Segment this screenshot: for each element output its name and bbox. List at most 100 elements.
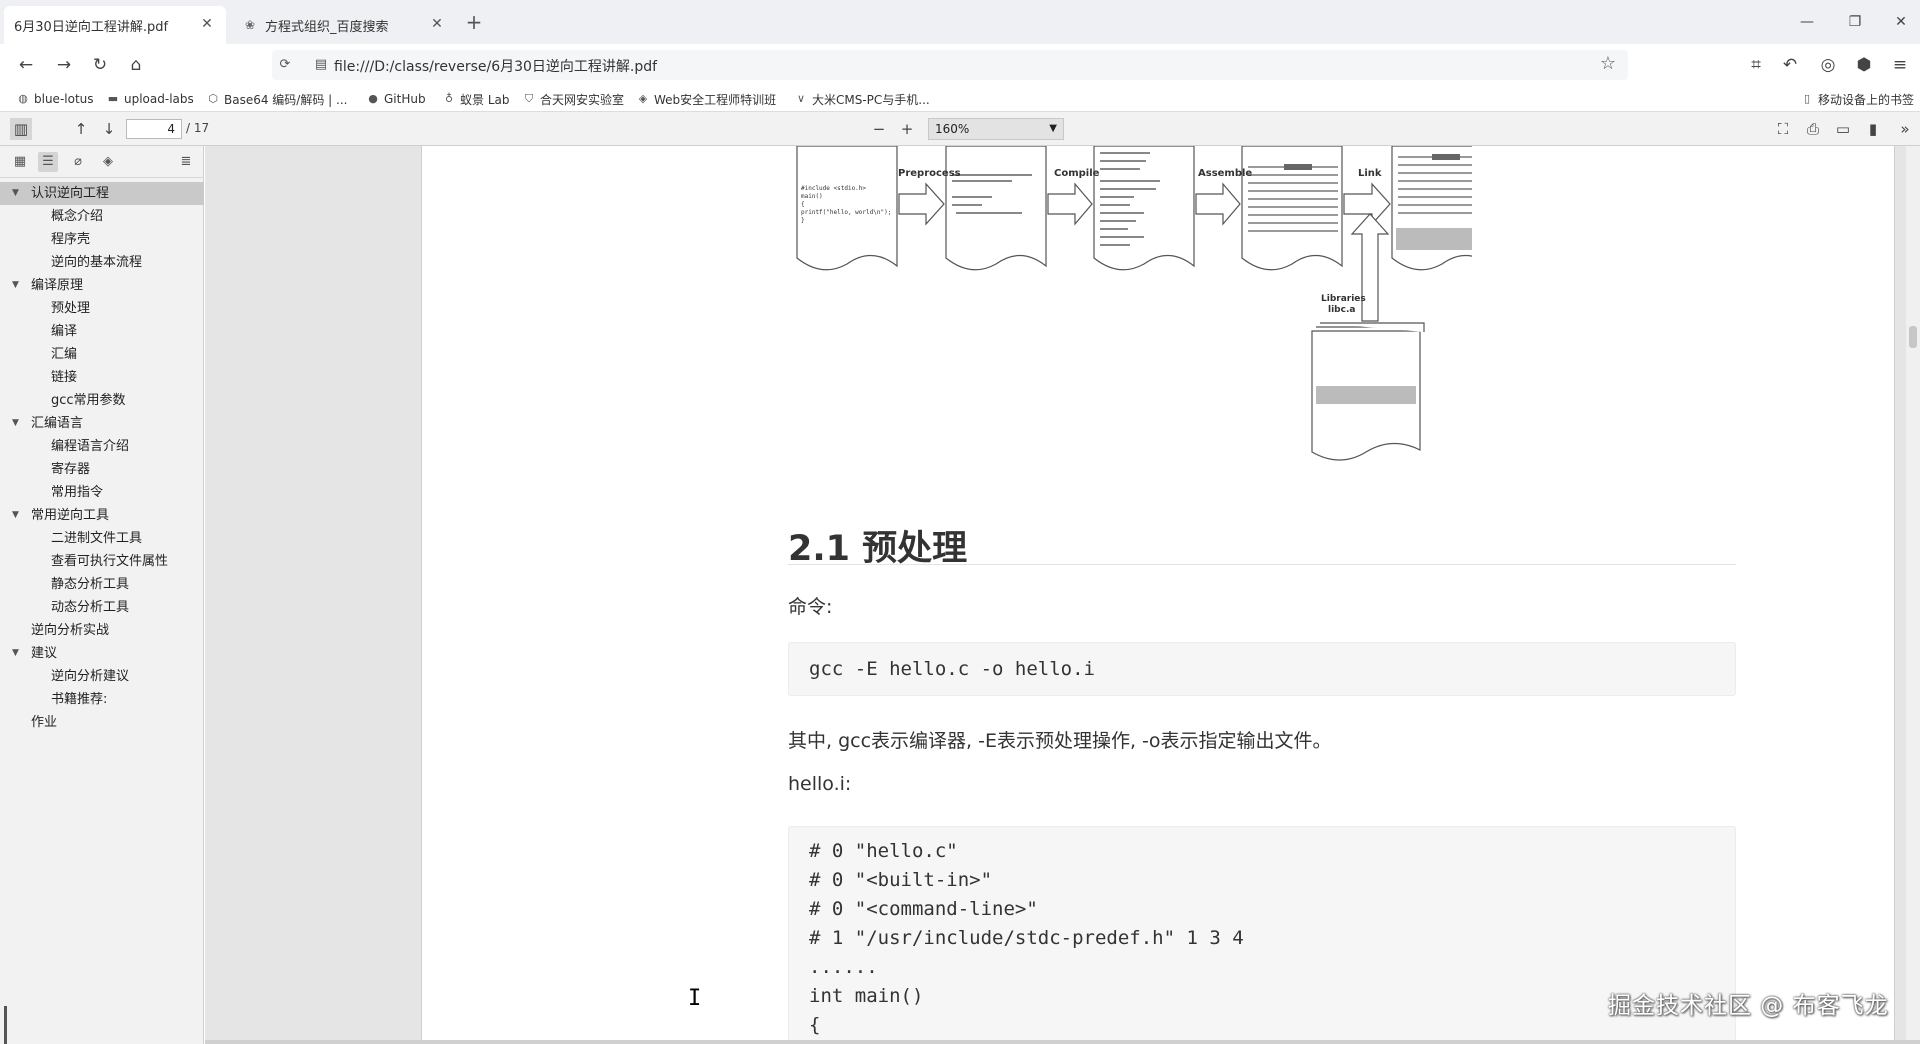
close-icon[interactable]: ✕ [428, 15, 446, 33]
scrollbar-thumb[interactable] [1909, 326, 1917, 348]
bookmark-github[interactable]: ● GitHub [366, 90, 425, 108]
source-line: printf("hello, world\n"); [801, 209, 891, 216]
outline-item[interactable]: 逆向的基本流程 [0, 251, 204, 274]
expand-toggle-icon[interactable]: ▼ [12, 504, 24, 527]
bookmark-upload-labs[interactable]: ▬ upload-labs [106, 90, 194, 108]
zoom-select[interactable]: 160% ▼ [928, 118, 1064, 140]
attachments-icon[interactable]: ⌀ [68, 152, 88, 172]
outline-item-label: 作业 [31, 715, 58, 730]
url-text[interactable]: file:///D:/class/reverse/6月30日逆向工程讲解.pdf [334, 56, 657, 76]
print-icon[interactable]: ⎙ [1802, 118, 1824, 140]
outline-item-label: 汇编 [51, 347, 78, 362]
outline-item[interactable]: 书籍推荐: [0, 688, 204, 711]
tab-pdf[interactable]: 6月30日逆向工程讲解.pdf ✕ [4, 6, 226, 44]
file-icon: ▤ [314, 57, 328, 72]
page-number-input[interactable]: 4 [126, 119, 182, 139]
outline-item[interactable]: ▼ 常用逆向工具 [0, 504, 204, 527]
expand-toggle-icon[interactable]: ▼ [12, 642, 24, 665]
extension-icon[interactable]: ◎ [1816, 53, 1840, 77]
outline-icon[interactable]: ☰ [38, 152, 58, 172]
presentation-icon[interactable]: ⛶ [1772, 118, 1794, 140]
settings-icon[interactable]: ⬢ [1852, 53, 1876, 77]
outline-item[interactable]: 静态分析工具 [0, 573, 204, 596]
tab-search[interactable]: ❀ 方程式组织_百度搜索 ✕ [232, 6, 456, 44]
sidebar-toolbar: ▦ ☰ ⌀ ◈ ≣ [0, 146, 204, 178]
bookmark-dami-cms[interactable]: ∨ 大米CMS-PC与手机... [794, 90, 930, 108]
watermark: 掘金技术社区 @ 布客飞龙 [1608, 993, 1889, 1019]
toggle-sidebar-icon[interactable]: ▥ [10, 118, 32, 140]
bookmark-lab[interactable]: ♁ 蚁景 Lab [442, 90, 510, 108]
vertical-scrollbar[interactable] [1906, 146, 1920, 1044]
paw-icon: ❀ [244, 18, 256, 32]
bookmark-hetian[interactable]: ⛉ 合天网安实验室 [522, 90, 624, 108]
expand-toggle-icon[interactable]: ▼ [12, 412, 24, 435]
forward-icon[interactable]: → [52, 53, 76, 77]
source-line: main() [801, 193, 823, 200]
libc-label: libc.a [1328, 305, 1355, 315]
shield-icon: ⛉ [524, 92, 534, 105]
thumbnails-icon[interactable]: ▦ [10, 152, 30, 172]
expand-toggle-icon[interactable]: ▼ [12, 182, 24, 205]
bookmark-websec[interactable]: ◈ Web安全工程师特训班 [636, 90, 776, 108]
current-outline-icon[interactable]: ≣ [176, 152, 196, 172]
outline-item[interactable]: 预处理 [0, 297, 204, 320]
outline-item[interactable]: gcc常用参数 [0, 389, 204, 412]
outline-item[interactable]: 编程语言介绍 [0, 435, 204, 458]
restore-icon[interactable]: ❐ [1840, 10, 1870, 34]
expand-toggle-icon[interactable]: ▼ [12, 274, 24, 297]
outline-item[interactable]: 逆向分析实战 [0, 619, 204, 642]
menu-icon[interactable]: ≡ [1888, 53, 1912, 77]
crop-icon[interactable]: ⌗ [1744, 53, 1768, 77]
layers-icon[interactable]: ◈ [98, 152, 118, 172]
outline-item[interactable]: ▼ 汇编语言 [0, 412, 204, 435]
minimize-icon[interactable]: — [1792, 10, 1822, 34]
outline-item[interactable]: 作业 [0, 711, 204, 734]
mobile-bookmarks[interactable]: ▯ 移动设备上的书签 [1800, 90, 1914, 108]
previous-page-icon[interactable]: ↑ [70, 118, 92, 140]
address-bar[interactable]: ⟳ ▤ file:///D:/class/reverse/6月30日逆向工程讲解… [272, 50, 1628, 80]
outline-item[interactable]: 链接 [0, 366, 204, 389]
outline-item-label: 编译 [51, 324, 78, 339]
outline-item[interactable]: 动态分析工具 [0, 596, 204, 619]
bookmark-base64[interactable]: ⬡ Base64 编码/解码 | ... [206, 90, 347, 108]
bookmark-icon[interactable]: ▮ [1862, 118, 1884, 140]
reload-icon[interactable]: ↻ [88, 53, 112, 77]
sync-icon[interactable]: ⟳ [276, 56, 294, 74]
horizontal-scrollbar[interactable] [205, 1040, 1920, 1044]
outline-item[interactable]: 寄存器 [0, 458, 204, 481]
sidebar-resizer[interactable] [4, 1006, 7, 1044]
github-icon: ● [368, 92, 378, 105]
new-tab-button[interactable]: + [462, 10, 486, 34]
save-icon[interactable]: ▭ [1832, 118, 1854, 140]
star-icon[interactable]: ☆ [1600, 53, 1616, 74]
undo-icon[interactable]: ↶ [1778, 53, 1802, 77]
more-tools-icon[interactable]: » [1894, 118, 1916, 140]
lab-icon: ♁ [444, 92, 454, 105]
outline-item[interactable]: 概念介绍 [0, 205, 204, 228]
outline-item[interactable]: ▼ 编译原理 [0, 274, 204, 297]
outline-item-label: 动态分析工具 [51, 600, 130, 615]
arrow-assemble [1195, 182, 1241, 226]
command-code-block: gcc -E hello.c -o hello.i [788, 642, 1736, 696]
outline-item[interactable]: ▼ 建议 [0, 642, 204, 665]
outline-item-label: 书籍推荐: [51, 692, 108, 707]
outline-item[interactable]: 逆向分析建议 [0, 665, 204, 688]
close-icon[interactable]: ✕ [198, 15, 216, 33]
pdf-viewer[interactable]: #include <stdio.h> main() { printf("hell… [205, 146, 1920, 1044]
window-close-icon[interactable]: ✕ [1886, 10, 1916, 34]
zoom-out-icon[interactable]: − [868, 118, 890, 140]
bookmark-blue-lotus[interactable]: ◍ blue-lotus [16, 90, 93, 108]
next-page-icon[interactable]: ↓ [98, 118, 120, 140]
home-icon[interactable]: ⌂ [124, 53, 148, 77]
outline-item[interactable]: 常用指令 [0, 481, 204, 504]
page-count: / 17 [186, 121, 210, 135]
outline-item[interactable]: 二进制文件工具 [0, 527, 204, 550]
back-icon[interactable]: ← [14, 53, 38, 77]
outline-item[interactable]: 程序壳 [0, 228, 204, 251]
outline-sidebar: ▦ ☰ ⌀ ◈ ≣ ▼ 认识逆向工程 概念介绍 程序壳 逆向的基本流程 ▼ 编译原理 预处理编… [0, 146, 204, 1044]
outline-item[interactable]: 汇编 [0, 343, 204, 366]
outline-item[interactable]: 查看可执行文件属性 [0, 550, 204, 573]
outline-item[interactable]: 编译 [0, 320, 204, 343]
zoom-in-icon[interactable]: + [896, 118, 918, 140]
outline-item[interactable]: ▼ 认识逆向工程 [0, 182, 204, 205]
